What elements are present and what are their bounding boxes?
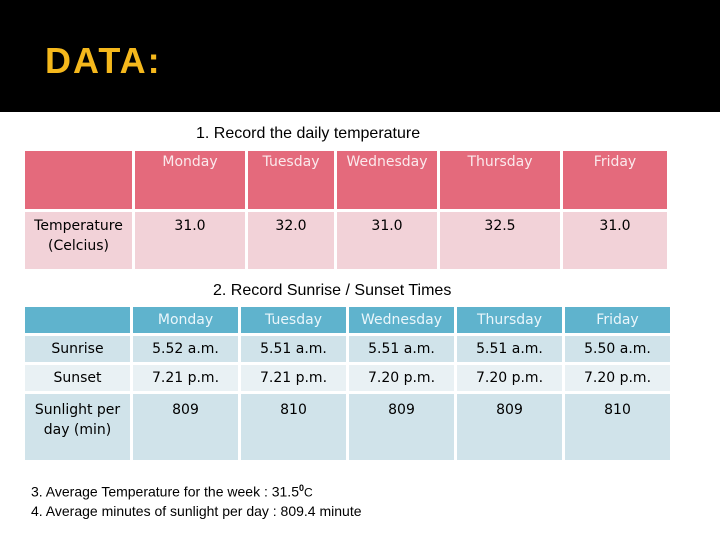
temperature-table: Monday Tuesday Wednesday Thursday Friday… [22,148,670,272]
header-cell-friday: Friday [563,151,667,209]
slide-title: DATA: [45,40,162,81]
table-cell: 7.20 p.m. [457,365,562,391]
table-row: Sunrise 5.52 a.m. 5.51 a.m. 5.51 a.m. 5.… [25,336,670,362]
table-cell: 5.51 a.m. [457,336,562,362]
average-sunlight-note: 4. Average minutes of sunlight per day :… [31,502,362,519]
row-label-line1: Sunlight per [34,402,121,418]
table-cell: 5.51 a.m. [241,336,346,362]
table-cell: 31.0 [337,212,437,269]
table-cell: 31.0 [135,212,245,269]
row-label-line2: day (min) [43,422,112,438]
header-cell-empty [25,307,130,333]
table-cell: 31.0 [563,212,667,269]
table-cell: 7.20 p.m. [565,365,670,391]
row-label-line2: (Celcius) [48,238,109,254]
row-label-line1: Temperature [34,218,123,234]
table-row: Sunset 7.21 p.m. 7.21 p.m. 7.20 p.m. 7.2… [25,365,670,391]
table-row: Temperature (Celcius) 31.0 32.0 31.0 32.… [25,212,667,269]
table-cell: 32.5 [440,212,560,269]
header-cell-tuesday: Tuesday [248,151,334,209]
header-cell-monday: Monday [135,151,245,209]
header-cell-empty [25,151,132,209]
temperature-unit: C [304,485,313,500]
sun-times-caption: 2. Record Sunrise / Sunset Times [213,282,452,299]
header-cell-thursday: Thursday [457,307,562,333]
title-banner: DATA: [0,0,720,112]
row-label: Sunlight per day (min) [25,394,130,460]
header-cell-monday: Monday [133,307,238,333]
table-cell: 7.20 p.m. [349,365,454,391]
table-cell: 5.51 a.m. [349,336,454,362]
table-cell: 7.21 p.m. [241,365,346,391]
average-temperature-text: 3. Average Temperature for the week : 31… [31,483,299,500]
table-cell: 810 [241,394,346,460]
table-cell: 5.50 a.m. [565,336,670,362]
header-cell-thursday: Thursday [440,151,560,209]
header-cell-friday: Friday [565,307,670,333]
table-cell: 809 [133,394,238,460]
table-cell: 32.0 [248,212,334,269]
table-cell: 809 [457,394,562,460]
temperature-caption: 1. Record the daily temperature [196,125,421,142]
table-cell: 809 [349,394,454,460]
temperature-header-row: Monday Tuesday Wednesday Thursday Friday [25,151,667,209]
table-row: Sunlight per day (min) 809 810 809 809 8… [25,394,670,460]
row-label: Sunset [25,365,130,391]
sun-header-row: Monday Tuesday Wednesday Thursday Friday [25,307,670,333]
table-cell: 5.52 a.m. [133,336,238,362]
table-cell: 810 [565,394,670,460]
header-cell-tuesday: Tuesday [241,307,346,333]
row-label: Temperature (Celcius) [25,212,132,269]
average-temperature-note: 3. Average Temperature for the week : 31… [31,479,362,502]
sun-times-table: Monday Tuesday Wednesday Thursday Friday… [22,304,673,463]
header-cell-wednesday: Wednesday [349,307,454,333]
table-cell: 7.21 p.m. [133,365,238,391]
row-label: Sunrise [25,336,130,362]
header-cell-wednesday: Wednesday [337,151,437,209]
summary-notes: 3. Average Temperature for the week : 31… [31,479,362,520]
